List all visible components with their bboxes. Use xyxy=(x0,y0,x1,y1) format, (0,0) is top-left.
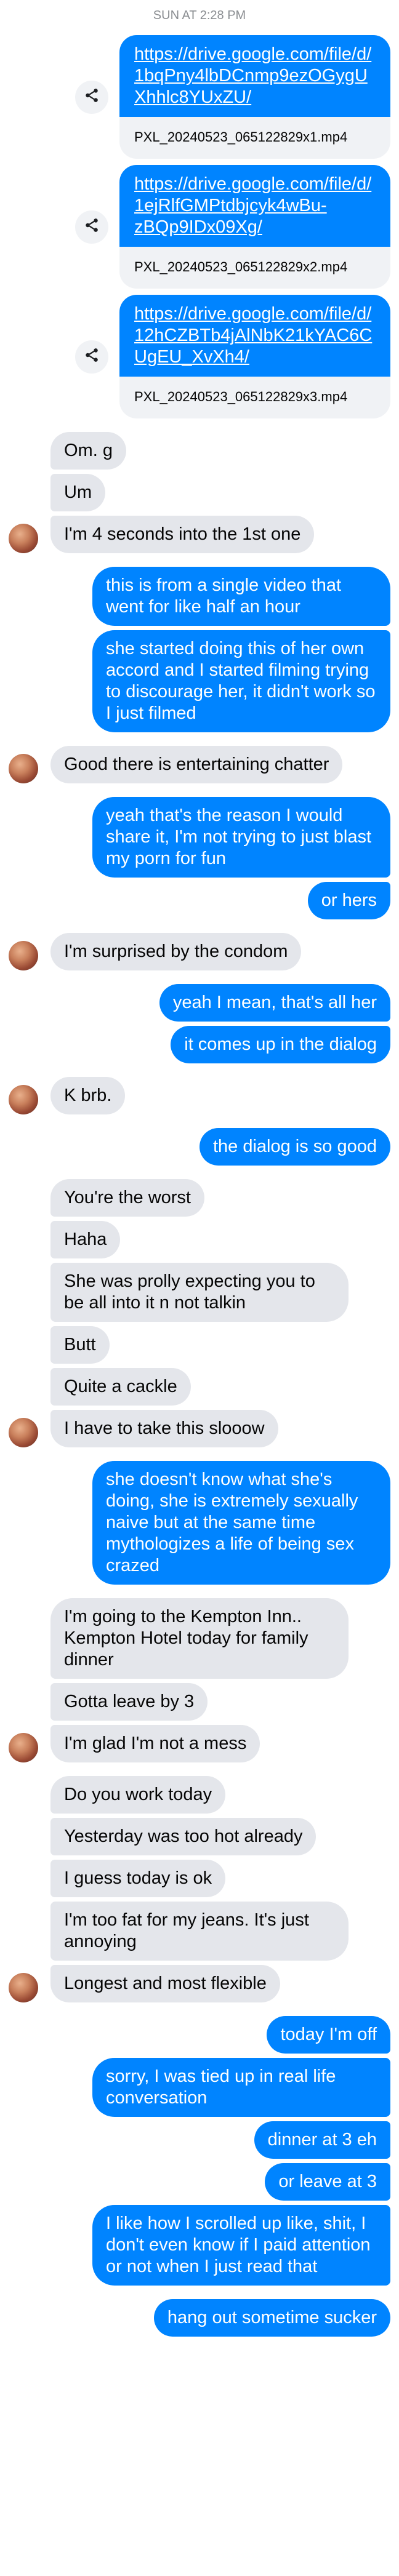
outgoing-message[interactable]: this is from a single video that went fo… xyxy=(92,567,390,626)
incoming-message[interactable]: Um xyxy=(50,474,106,511)
contact-avatar[interactable] xyxy=(9,1418,38,1447)
incoming-message-row: I'm 4 seconds into the 1st one xyxy=(0,516,399,553)
incoming-message-row: I'm too fat for my jeans. It's just anno… xyxy=(0,1902,399,1961)
incoming-message[interactable]: Yesterday was too hot already xyxy=(50,1818,316,1855)
link-message-row: https://drive.google.com/file/d/1bqPny4l… xyxy=(0,35,399,159)
incoming-message[interactable]: I'm surprised by the condom xyxy=(50,933,302,970)
incoming-message[interactable]: Longest and most flexible xyxy=(50,1965,280,2002)
outgoing-message[interactable]: I like how I scrolled up like, shit, I d… xyxy=(92,2205,390,2286)
incoming-message[interactable]: Gotta leave by 3 xyxy=(50,1683,208,1721)
outgoing-message[interactable]: dinner at 3 eh xyxy=(254,2121,390,2159)
incoming-message-row: I'm going to the Kempton Inn.. Kempton H… xyxy=(0,1598,399,1679)
outgoing-message-row: or leave at 3 xyxy=(0,2163,399,2201)
incoming-message[interactable]: I guess today is ok xyxy=(50,1860,226,1897)
outgoing-message-row: she doesn't know what she's doing, she i… xyxy=(0,1461,399,1585)
incoming-message-row: Haha xyxy=(0,1221,399,1258)
outgoing-message[interactable]: or hers xyxy=(307,882,390,919)
incoming-message[interactable]: I'm 4 seconds into the 1st one xyxy=(50,516,315,553)
outgoing-message[interactable]: she started doing this of her own accord… xyxy=(92,630,390,732)
contact-avatar[interactable] xyxy=(9,524,38,553)
shared-link-card[interactable]: https://drive.google.com/file/d/12hCZBTb… xyxy=(119,295,390,418)
outgoing-message-row: it comes up in the dialog xyxy=(0,1026,399,1063)
contact-avatar[interactable] xyxy=(9,941,38,970)
contact-avatar[interactable] xyxy=(9,1085,38,1114)
conversation-thread: SUN AT 2:28 PM https://drive.google.com/… xyxy=(0,0,399,2348)
incoming-message-row: Om. g xyxy=(0,432,399,470)
share-icon xyxy=(84,217,100,236)
outgoing-message-row: the dialog is so good xyxy=(0,1128,399,1166)
incoming-message[interactable]: You're the worst xyxy=(50,1179,204,1217)
incoming-message[interactable]: K brb. xyxy=(50,1077,126,1114)
incoming-message-row: Do you work today xyxy=(0,1776,399,1814)
share-button[interactable] xyxy=(75,340,108,374)
outgoing-message[interactable]: hang out sometime sucker xyxy=(153,2299,390,2337)
incoming-message-row: Butt xyxy=(0,1326,399,1364)
outgoing-message[interactable]: she doesn't know what she's doing, she i… xyxy=(92,1461,390,1585)
incoming-message-row: Gotta leave by 3 xyxy=(0,1683,399,1721)
incoming-message-row: Quite a cackle xyxy=(0,1368,399,1406)
outgoing-message-row: or hers xyxy=(0,882,399,919)
incoming-message[interactable]: Butt xyxy=(50,1326,110,1364)
contact-avatar[interactable] xyxy=(9,1733,38,1762)
incoming-message-row: I guess today is ok xyxy=(0,1860,399,1897)
message-timestamp: SUN AT 2:28 PM xyxy=(153,9,246,22)
shared-link-url[interactable]: https://drive.google.com/file/d/1ejRlfGM… xyxy=(119,165,390,247)
shared-link-filename: PXL_20240523_065122829x3.mp4 xyxy=(119,377,390,418)
incoming-message-row: She was prolly expecting you to be all i… xyxy=(0,1263,399,1322)
outgoing-message-row: today I'm off xyxy=(0,2016,399,2054)
outgoing-message-row: dinner at 3 eh xyxy=(0,2121,399,2159)
incoming-message[interactable]: I'm going to the Kempton Inn.. Kempton H… xyxy=(50,1598,349,1679)
shared-link-filename: PXL_20240523_065122829x1.mp4 xyxy=(119,117,390,159)
shared-link-url[interactable]: https://drive.google.com/file/d/1bqPny4l… xyxy=(119,35,390,117)
incoming-message[interactable]: I'm too fat for my jeans. It's just anno… xyxy=(50,1902,349,1961)
outgoing-message-row: I like how I scrolled up like, shit, I d… xyxy=(0,2205,399,2286)
outgoing-message-row: she started doing this of her own accord… xyxy=(0,630,399,732)
outgoing-message[interactable]: sorry, I was tied up in real life conver… xyxy=(92,2058,390,2117)
incoming-message-row: Good there is entertaining chatter xyxy=(0,746,399,783)
contact-avatar[interactable] xyxy=(9,754,38,783)
shared-link-url[interactable]: https://drive.google.com/file/d/12hCZBTb… xyxy=(119,295,390,377)
incoming-message-row: K brb. xyxy=(0,1077,399,1114)
share-button[interactable] xyxy=(75,210,108,244)
share-button[interactable] xyxy=(75,80,108,114)
incoming-message[interactable]: I have to take this slooow xyxy=(50,1410,278,1447)
incoming-message[interactable]: Om. g xyxy=(50,432,126,470)
incoming-message-row: I'm glad I'm not a mess xyxy=(0,1725,399,1762)
shared-link-filename: PXL_20240523_065122829x2.mp4 xyxy=(119,247,390,289)
incoming-message-row: I'm surprised by the condom xyxy=(0,933,399,970)
incoming-message-row: You're the worst xyxy=(0,1179,399,1217)
incoming-message[interactable]: Haha xyxy=(50,1221,121,1258)
share-icon xyxy=(84,87,100,106)
incoming-message[interactable]: I'm glad I'm not a mess xyxy=(50,1725,260,1762)
link-message-row: https://drive.google.com/file/d/1ejRlfGM… xyxy=(0,165,399,289)
outgoing-message[interactable]: it comes up in the dialog xyxy=(171,1026,390,1063)
outgoing-message[interactable]: today I'm off xyxy=(267,2016,390,2054)
shared-link-card[interactable]: https://drive.google.com/file/d/1bqPny4l… xyxy=(119,35,390,159)
link-message-row: https://drive.google.com/file/d/12hCZBTb… xyxy=(0,295,399,418)
outgoing-message[interactable]: yeah that's the reason I would share it,… xyxy=(92,797,390,878)
incoming-message[interactable]: She was prolly expecting you to be all i… xyxy=(50,1263,349,1322)
share-icon xyxy=(84,347,100,366)
outgoing-message[interactable]: yeah I mean, that's all her xyxy=(159,984,390,1022)
incoming-message-row: Yesterday was too hot already xyxy=(0,1818,399,1855)
contact-avatar[interactable] xyxy=(9,1973,38,2002)
incoming-message[interactable]: Good there is entertaining chatter xyxy=(50,746,343,783)
incoming-message-row: Um xyxy=(0,474,399,511)
shared-link-card[interactable]: https://drive.google.com/file/d/1ejRlfGM… xyxy=(119,165,390,289)
outgoing-message-row: yeah that's the reason I would share it,… xyxy=(0,797,399,878)
outgoing-message-row: hang out sometime sucker xyxy=(0,2299,399,2337)
outgoing-message-row: sorry, I was tied up in real life conver… xyxy=(0,2058,399,2117)
incoming-message[interactable]: Quite a cackle xyxy=(50,1368,191,1406)
incoming-message-row: Longest and most flexible xyxy=(0,1965,399,2002)
outgoing-message[interactable]: the dialog is so good xyxy=(199,1128,390,1166)
outgoing-message-row: yeah I mean, that's all her xyxy=(0,984,399,1022)
incoming-message[interactable]: Do you work today xyxy=(50,1776,226,1814)
incoming-message-row: I have to take this slooow xyxy=(0,1410,399,1447)
outgoing-message-row: this is from a single video that went fo… xyxy=(0,567,399,626)
outgoing-message[interactable]: or leave at 3 xyxy=(265,2163,390,2201)
